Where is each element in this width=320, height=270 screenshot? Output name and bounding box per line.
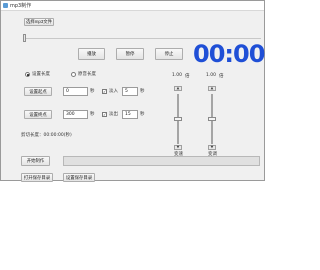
- play-button[interactable]: 播放: [78, 48, 105, 60]
- fade-out-input[interactable]: 15: [122, 110, 138, 119]
- set-end-button[interactable]: 设置终点: [24, 110, 52, 119]
- time-display: 00:00: [193, 40, 265, 68]
- pause-button[interactable]: 暂停: [116, 48, 144, 60]
- select-mp3-button[interactable]: 选择mp3文件: [24, 18, 54, 26]
- speed-value: 1.00: [172, 73, 183, 78]
- end-input[interactable]: 300: [63, 110, 88, 119]
- pitch-slider[interactable]: ▲ ▼: [208, 86, 216, 150]
- pitch-down-arrow-icon[interactable]: ▼: [208, 145, 216, 150]
- start-making-button[interactable]: 开始制作: [21, 156, 50, 166]
- radio-set-length[interactable]: [25, 72, 30, 77]
- start-input[interactable]: 0: [63, 87, 88, 96]
- speed-up-arrow-icon[interactable]: ▲: [174, 86, 182, 91]
- window-title: mp3制作: [10, 3, 32, 9]
- pitch-up-arrow-icon[interactable]: ▲: [208, 86, 216, 91]
- fade-out-label: 淡出: [109, 112, 118, 117]
- pitch-slider-thumb[interactable]: [208, 117, 216, 121]
- fade-in-checkbox[interactable]: ✓: [102, 89, 107, 94]
- cut-length-text: 剪切长度：00:00:00(秒): [21, 133, 72, 138]
- radio-set-length-label: 设置长度: [32, 72, 50, 77]
- pitch-value: 1.00: [206, 73, 217, 78]
- speed-down-arrow-icon[interactable]: ▼: [174, 145, 182, 150]
- pitch-unit: 倍: [219, 74, 224, 79]
- fade-in-label: 淡入: [109, 89, 118, 94]
- radio-original-length[interactable]: [71, 72, 76, 77]
- open-save-folder-button[interactable]: 打开保存目录: [21, 173, 53, 182]
- speed-slider[interactable]: ▲ ▼: [174, 86, 182, 150]
- fade-out-checkbox[interactable]: ✓: [102, 112, 107, 117]
- set-start-button[interactable]: 设置起点: [24, 87, 52, 96]
- fade-in-input[interactable]: 5: [122, 87, 138, 96]
- speed-unit: 倍: [185, 74, 190, 79]
- fade-in-unit: 秒: [140, 89, 145, 94]
- stop-button[interactable]: 停止: [155, 48, 183, 60]
- main-window: mp3制作 选择mp3文件 播放 暂停 停止 00:00 设置长度 原音长度 设…: [0, 0, 265, 182]
- speed-slider-thumb[interactable]: [174, 117, 182, 121]
- set-save-folder-button[interactable]: 设置保存目录: [63, 173, 95, 182]
- title-bar: mp3制作: [1, 1, 264, 11]
- app-icon: [3, 3, 8, 8]
- progress-bar: [63, 156, 260, 166]
- playback-position-track[interactable]: [25, 38, 261, 39]
- radio-original-length-label: 原音长度: [78, 72, 96, 77]
- start-unit: 秒: [90, 89, 95, 94]
- end-unit: 秒: [90, 112, 95, 117]
- fade-out-unit: 秒: [140, 112, 145, 117]
- playback-position-thumb[interactable]: [23, 34, 26, 42]
